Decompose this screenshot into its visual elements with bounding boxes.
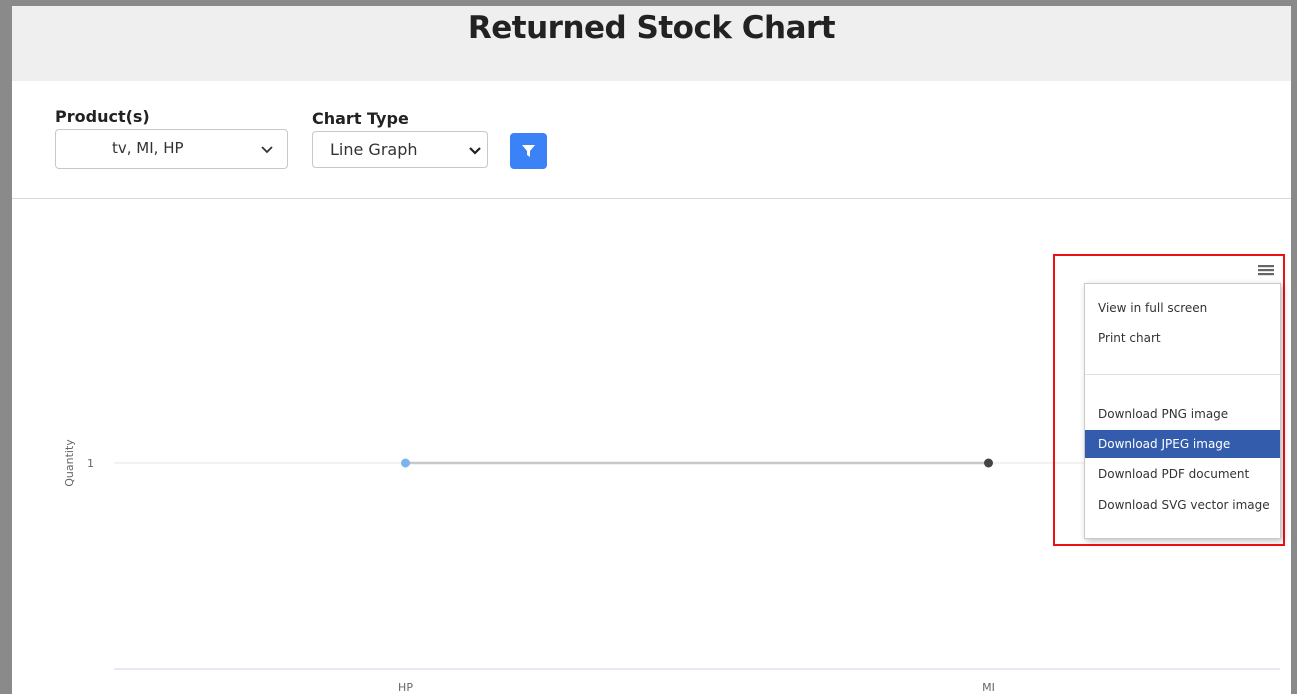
page-title: Returned Stock Chart [467,10,836,46]
x-tick-label: MI [982,681,995,694]
products-select[interactable]: tv, MI, HP [55,129,288,169]
filter-bar: Product(s) tv, MI, HP Chart Type Line Gr… [12,81,1291,199]
chevron-down-icon [469,147,481,155]
apply-filter-button[interactable] [510,133,547,169]
products-select-value: tv, MI, HP [112,139,184,157]
data-point [984,458,993,468]
page: Returned Stock Chart Product(s) tv, MI, … [12,6,1291,694]
products-label: Product(s) [55,107,150,126]
chart-type-select-value: Line Graph [330,140,418,159]
menu-item-download-jpeg[interactable]: Download JPEG image [1085,430,1280,458]
menu-item-print-chart[interactable]: Print chart [1085,326,1280,350]
menu-item-download-png[interactable]: Download PNG image [1085,402,1280,426]
menu-item-download-svg[interactable]: Download SVG vector image [1085,493,1280,517]
chevron-down-icon [261,146,273,154]
filter-icon [522,145,535,157]
chart-type-select[interactable]: Line Graph [312,131,488,168]
page-header: Returned Stock Chart [12,6,1291,81]
menu-separator [1085,374,1280,375]
window-frame-left [0,0,12,694]
chart-area: 1 Quantity HP MI View in full screen Print … [12,199,1291,694]
x-tick-label: HP [398,681,413,694]
menu-item-download-pdf[interactable]: Download PDF document [1085,462,1280,486]
window-frame-right [1291,0,1297,694]
chart-type-label: Chart Type [312,109,409,128]
y-tick-label: 1 [87,457,94,470]
y-axis-title: Quantity [63,439,76,487]
data-point [401,458,410,468]
export-menu: View in full screen Print chart Download… [1084,283,1281,539]
menu-item-view-full-screen[interactable]: View in full screen [1085,296,1280,320]
